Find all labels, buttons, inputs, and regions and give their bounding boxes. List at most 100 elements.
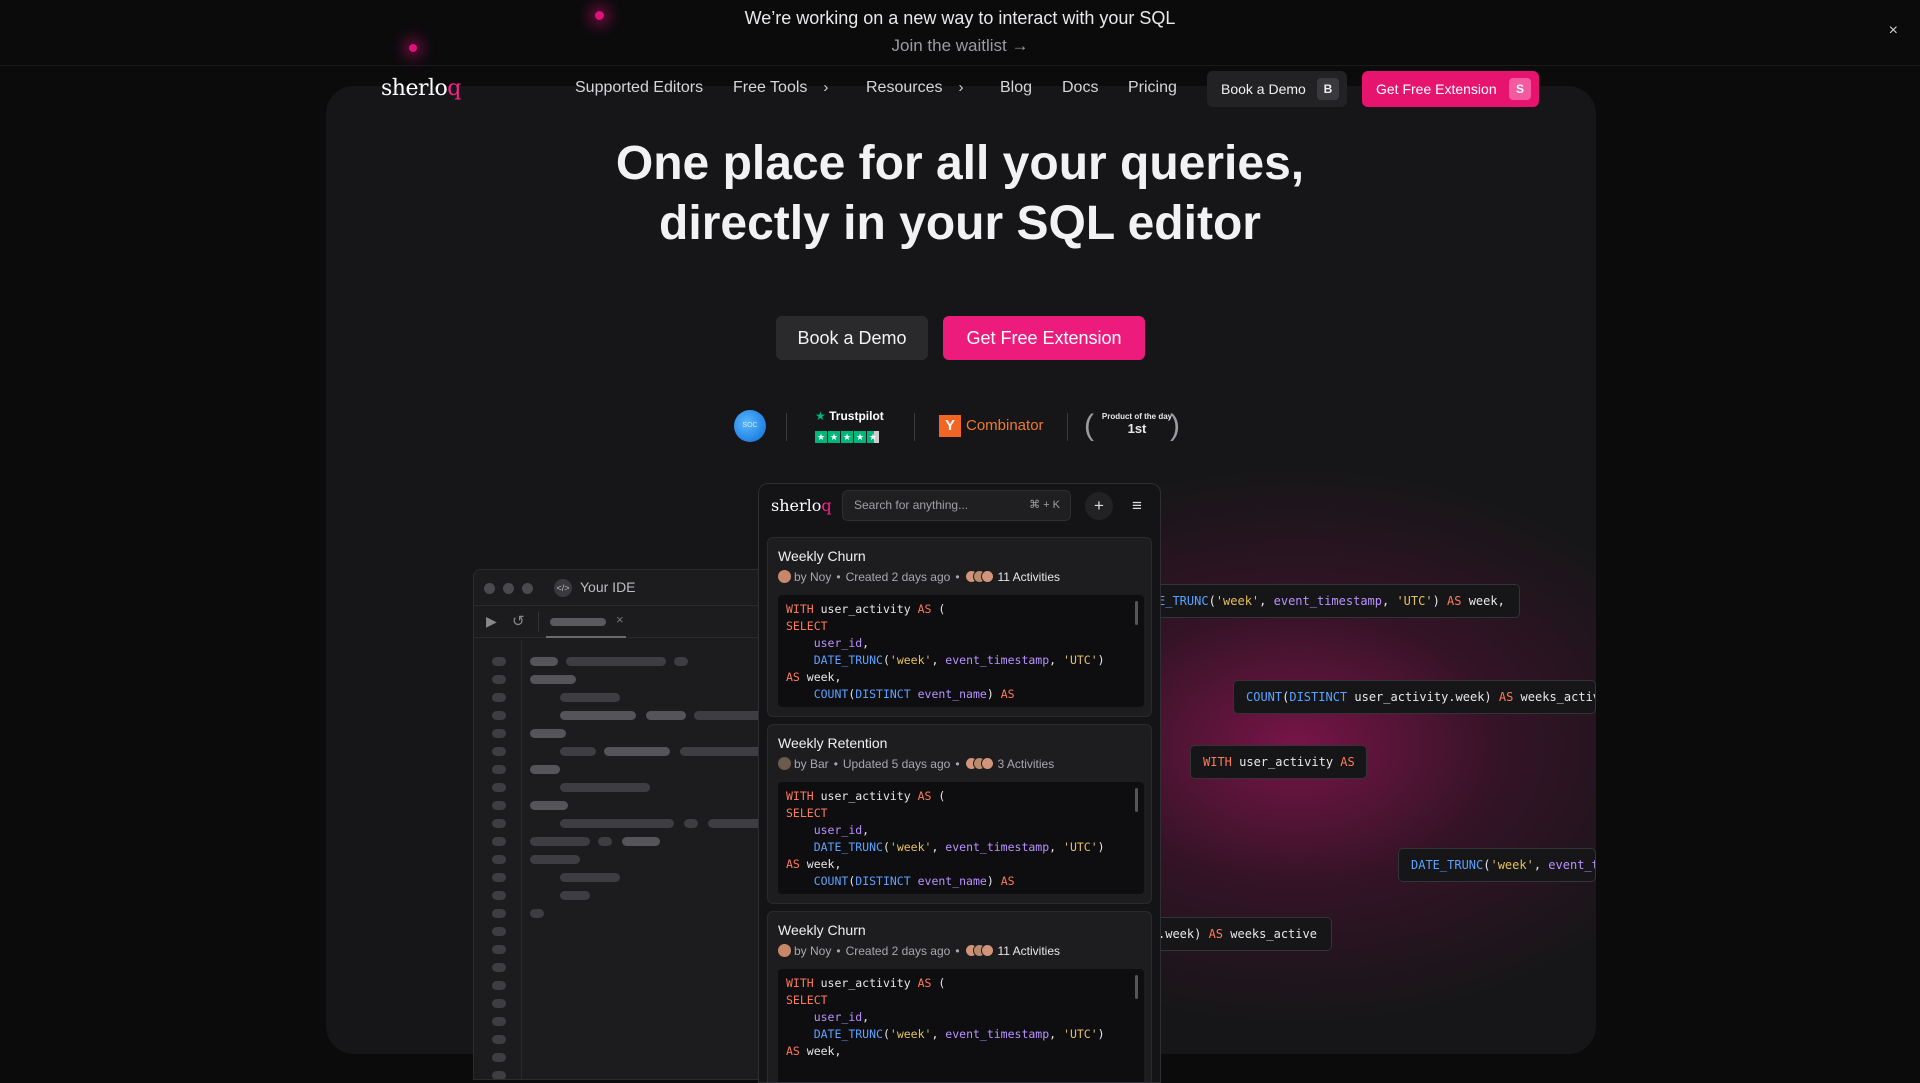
query-title: Weekly Retention xyxy=(778,735,888,751)
shortcut-key-b: B xyxy=(1317,78,1339,100)
nav-pricing[interactable]: Pricing xyxy=(1128,79,1177,97)
query-title: Weekly Churn xyxy=(778,548,866,564)
divider xyxy=(786,413,787,441)
app-logo-text: sherlo xyxy=(771,496,822,515)
divider xyxy=(914,413,915,441)
main-nav: sherloq Supported Editors Free Tools › Re… xyxy=(0,66,1920,112)
nav-supported-editors[interactable]: Supported Editors xyxy=(575,79,703,97)
nav-docs[interactable]: Docs xyxy=(1062,79,1098,97)
run-icon[interactable]: ▶ xyxy=(486,613,497,630)
query-meta: by Noy • Created 2 days ago • 11 Activities xyxy=(778,944,1060,958)
query-activities[interactable]: 11 Activities xyxy=(998,944,1060,958)
decorative-dot xyxy=(595,11,604,20)
trustpilot-label: ★ Trustpilot xyxy=(815,409,884,423)
nav-label: Docs xyxy=(1062,79,1099,96)
query-author: by Noy xyxy=(794,944,832,958)
nav-label: Free Tools xyxy=(733,79,808,96)
code-chip: DATE_TRUNC('week', event_t xyxy=(1398,848,1596,882)
hero-line-1: One place for all your queries, xyxy=(615,137,1305,190)
window-dot-icon xyxy=(484,583,495,594)
query-activities[interactable]: 11 Activities xyxy=(998,570,1060,584)
sql-preview: WITH user_activity AS ( SELECT user_id, … xyxy=(778,782,1144,894)
app-logo: sherloq xyxy=(771,496,832,515)
ide-window: </> Your IDE ▶ ↺ × xyxy=(473,569,773,1080)
query-time: Created 2 days ago xyxy=(845,944,951,958)
app-logo-accent: q xyxy=(821,496,832,515)
history-icon[interactable]: ↺ xyxy=(512,612,525,630)
nav-resources[interactable]: Resources › xyxy=(866,79,963,97)
ide-code-placeholder xyxy=(474,640,772,1079)
y-combinator-logo-icon: Y xyxy=(939,415,961,437)
trustpilot-stars-icon: ★ ★ ★ ★ ★ xyxy=(815,431,879,443)
book-demo-button[interactable]: Book a Demo B xyxy=(1207,71,1347,107)
certification-badge-icon: SOC xyxy=(734,410,766,442)
nav-label: Blog xyxy=(1000,79,1033,96)
menu-icon[interactable]: ≡ xyxy=(1123,492,1151,520)
hero-line-2: directly in your SQL editor xyxy=(659,197,1261,250)
add-icon[interactable]: + xyxy=(1085,492,1113,520)
nav-free-tools[interactable]: Free Tools › xyxy=(733,79,828,97)
query-meta: by Noy • Created 2 days ago • 11 Activities xyxy=(778,570,1060,584)
waitlist-link[interactable]: Join the waitlist → xyxy=(0,36,1920,56)
query-author: by Noy xyxy=(794,570,832,584)
code-chip: E_TRUNC('week', event_timestamp, 'UTC') … xyxy=(1145,584,1520,618)
query-time: Updated 5 days ago xyxy=(842,757,951,771)
ide-title: Your IDE xyxy=(580,579,636,595)
search-shortcut: ⌘ + K xyxy=(1029,499,1060,511)
avatar-group xyxy=(964,570,995,583)
nav-blog[interactable]: Blog xyxy=(1000,79,1032,97)
app-header: sherloq Search for anything... ⌘ + K + ≡ xyxy=(759,484,1160,528)
book-demo-label: Book a Demo xyxy=(1221,81,1306,97)
get-extension-label: Get Free Extension xyxy=(1376,81,1497,97)
logo-text: sherlo xyxy=(381,76,448,101)
query-activities[interactable]: 3 Activities xyxy=(998,757,1055,771)
query-card[interactable]: Weekly Retention by Bar • Updated 5 days a… xyxy=(767,724,1152,904)
y-combinator-text: Combinator xyxy=(966,416,1044,434)
hero-book-demo-button[interactable]: Book a Demo xyxy=(776,316,928,360)
get-extension-button[interactable]: Get Free Extension S xyxy=(1362,71,1539,107)
nav-label: Resources xyxy=(866,79,943,96)
chevron-right-icon: › xyxy=(958,79,964,96)
hero-get-extension-button[interactable]: Get Free Extension xyxy=(943,316,1145,360)
announcement-banner: We’re working on a new way to interact w… xyxy=(0,0,1920,66)
query-time: Created 2 days ago xyxy=(845,570,951,584)
sql-preview: WITH user_activity AS ( SELECT user_id, … xyxy=(778,595,1144,707)
decorative-dot xyxy=(409,44,417,52)
avatar-group xyxy=(964,757,995,770)
tab-close-icon[interactable]: × xyxy=(616,612,624,627)
code-icon: </> xyxy=(554,579,572,597)
hero-headline: One place for all your queries, directly… xyxy=(0,134,1920,254)
window-dot-icon xyxy=(522,583,533,594)
nav-label: Supported Editors xyxy=(575,79,704,96)
close-icon[interactable]: × xyxy=(1889,22,1898,40)
avatar-group xyxy=(964,944,995,957)
window-dot-icon xyxy=(503,583,514,594)
ide-tab-divider xyxy=(538,612,539,632)
trust-badges: SOC ★ Trustpilot ★ ★ ★ ★ ★ Y Combinator ( Pro… xyxy=(0,405,1920,449)
avatar xyxy=(778,570,791,583)
code-chip: COUNT(DISTINCT user_activity.week) AS we… xyxy=(1233,680,1596,714)
shortcut-key-s: S xyxy=(1509,78,1531,100)
sql-preview: WITH user_activity AS ( SELECT user_id, … xyxy=(778,969,1144,1082)
divider xyxy=(1067,413,1068,441)
query-author: by Bar xyxy=(794,757,829,771)
nav-label: Pricing xyxy=(1128,79,1177,96)
chevron-right-icon: › xyxy=(823,79,829,96)
ide-titlebar: </> Your IDE xyxy=(474,570,772,606)
ide-toolbar: ▶ ↺ × xyxy=(474,606,772,638)
trustpilot-text: Trustpilot xyxy=(829,409,884,423)
ide-tab[interactable] xyxy=(550,618,606,626)
code-chip: .week) AS weeks_active xyxy=(1145,917,1332,951)
y-combinator-badge: Y Combinator xyxy=(939,415,1044,437)
code-chip: WITH user_activity AS xyxy=(1190,745,1367,779)
query-card[interactable]: Weekly Churn by Noy • Created 2 days ago • 1… xyxy=(767,537,1152,717)
search-placeholder: Search for anything... xyxy=(854,498,969,512)
query-card[interactable]: Weekly Churn by Noy • Created 2 days ago • 1… xyxy=(767,911,1152,1082)
query-meta: by Bar • Updated 5 days ago • 3 Activities xyxy=(778,757,1054,771)
sherloq-app-window: sherloq Search for anything... ⌘ + K + ≡ … xyxy=(758,483,1161,1083)
ide-tab-underline xyxy=(546,636,626,638)
logo-accent: q xyxy=(447,76,461,101)
sherloq-logo[interactable]: sherloq xyxy=(381,76,461,101)
banner-title: We’re working on a new way to interact w… xyxy=(744,8,1176,28)
app-search-input[interactable]: Search for anything... ⌘ + K xyxy=(842,490,1071,521)
